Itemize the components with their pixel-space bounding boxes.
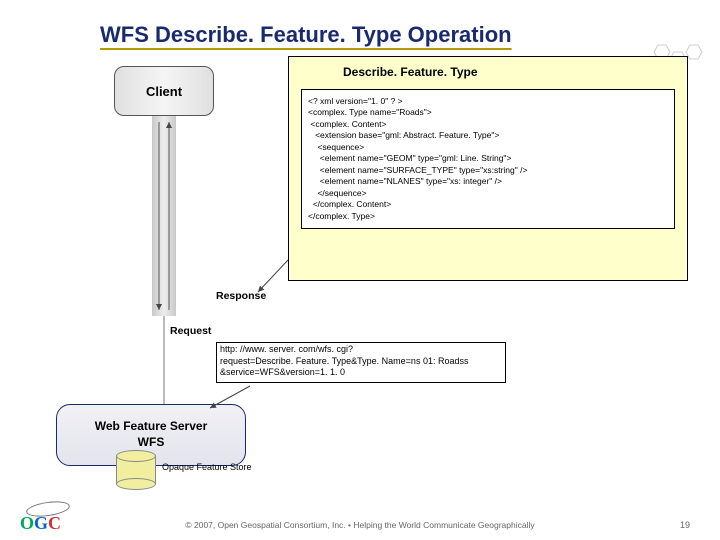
- xml-body: <? xml version="1. 0" ? > <complex. Type…: [301, 89, 675, 229]
- xml-response-panel: Describe. Feature. Type <? xml version="…: [288, 56, 688, 281]
- footer-text: © 2007, Open Geospatial Consortium, Inc.…: [0, 520, 720, 530]
- url-line: request=Describe. Feature. Type&Type. Na…: [220, 356, 502, 368]
- wfs-line1: Web Feature Server: [95, 419, 208, 435]
- request-url-box: http: //www. server. com/wfs. cgi? reque…: [216, 342, 506, 383]
- client-label: Client: [146, 84, 182, 99]
- url-line: http: //www. server. com/wfs. cgi?: [220, 344, 502, 356]
- wfs-line2: WFS: [138, 435, 165, 451]
- page-title: WFS Describe. Feature. Type Operation: [100, 22, 512, 48]
- request-label: Request: [170, 325, 211, 337]
- url-line: &service=WFS&version=1. 1. 0: [220, 367, 502, 379]
- xml-panel-title: Describe. Feature. Type: [289, 57, 687, 85]
- store-label: Opaque Feature Store: [162, 462, 252, 472]
- client-node: Client: [114, 66, 214, 116]
- response-label: Response: [216, 290, 266, 302]
- page-number: 19: [680, 520, 690, 530]
- datastore-cylinder-icon: [116, 450, 156, 490]
